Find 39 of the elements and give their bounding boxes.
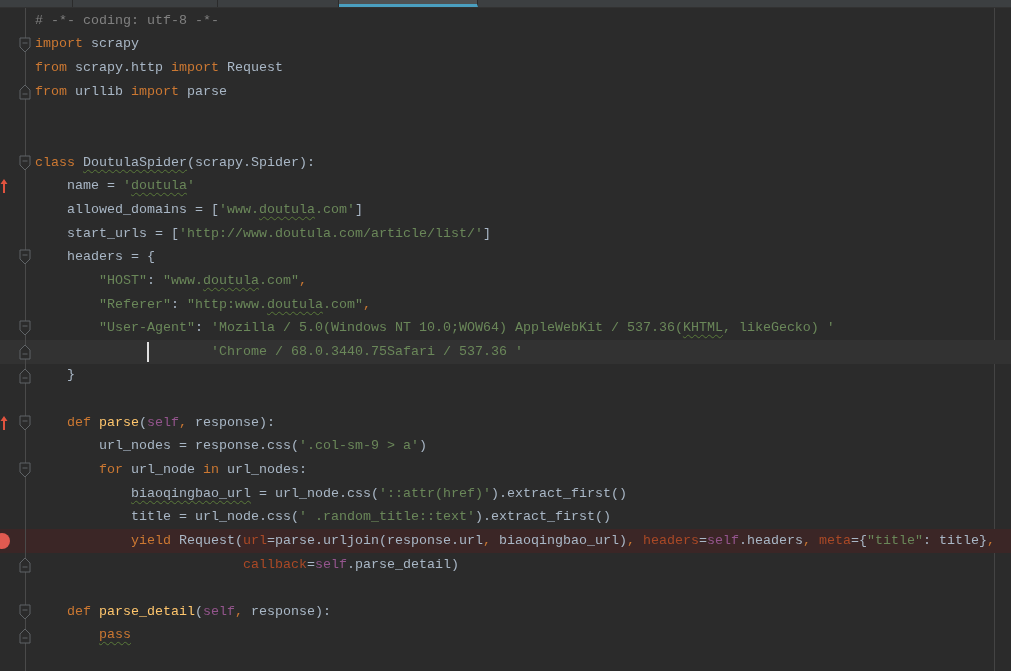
code-line: allowed_domains = ['www.doutula.com'] (66, 200, 363, 219)
editor-tab[interactable] (339, 0, 478, 7)
fold-icon[interactable] (19, 604, 31, 620)
code-line: name = 'doutula' (66, 177, 195, 196)
code-line: biaoqingbao_url = url_node.css('::attr(href)').extract_first() (130, 484, 627, 503)
code-line: # -*- coding: utf-8 -*- (35, 11, 219, 30)
unfold-icon[interactable] (19, 367, 31, 384)
code-line: start_urls = ['http://www.doutula.com/article/list/'] (66, 224, 491, 243)
unfold-icon[interactable] (19, 627, 31, 644)
fold-icon[interactable] (19, 154, 31, 171)
code-line: callback=self.parse_detail) (241, 555, 459, 574)
fold-icon[interactable] (19, 249, 31, 266)
code-line: from urllib import parse (35, 82, 227, 101)
fold-icon[interactable] (19, 414, 31, 431)
code-line: for url_node in url_nodes: (98, 461, 307, 479)
code-line: } (66, 366, 75, 385)
code-line: "User-Agent": 'Mozilla / 5.0(Windows NT 10.0;WOW64) AppleWebKit / 537.36(KHTML, likeGecko) ' (98, 319, 835, 338)
fold-icon[interactable] (19, 320, 31, 337)
breakpoint-icon[interactable] (0, 532, 10, 551)
code-line: "Referer": "http:www.doutula.com", (98, 295, 371, 314)
code-line: def parse_detail(self, response): (66, 602, 331, 621)
fold-icon[interactable] (19, 36, 31, 53)
override-arrow-icon[interactable] (0, 178, 8, 195)
code-line: headers = { (66, 248, 155, 267)
code-line: import scrapy (35, 35, 139, 54)
code-line: title = url_node.css(' .random_title::text').extract_first() (130, 508, 611, 527)
override-arrow-icon[interactable] (0, 414, 8, 431)
code-line: def parse(self, response): (66, 413, 275, 432)
code-line: from scrapy.http import Request (35, 59, 283, 78)
unfold-icon[interactable] (19, 343, 31, 360)
fold-icon[interactable] (19, 462, 31, 479)
code-line: yield Request(url=parse.urljoin(response.url, biaoqingbao_url), headers=self.headers, meta={"title": title}, (130, 531, 995, 550)
unfold-icon[interactable] (19, 556, 31, 573)
code-line: 'Chrome / 68.0.3440.75Safari / 537.36 ' (35, 342, 523, 361)
code-line: class DoutulaSpider(scrapy.Spider): (35, 153, 315, 172)
unfold-icon[interactable] (19, 83, 31, 100)
code-line: "HOST": "www.doutula.com", (98, 271, 307, 290)
code-line: url_nodes = response.css('.col-sm-9 > a') (98, 437, 427, 456)
code-line: pass (98, 626, 131, 645)
